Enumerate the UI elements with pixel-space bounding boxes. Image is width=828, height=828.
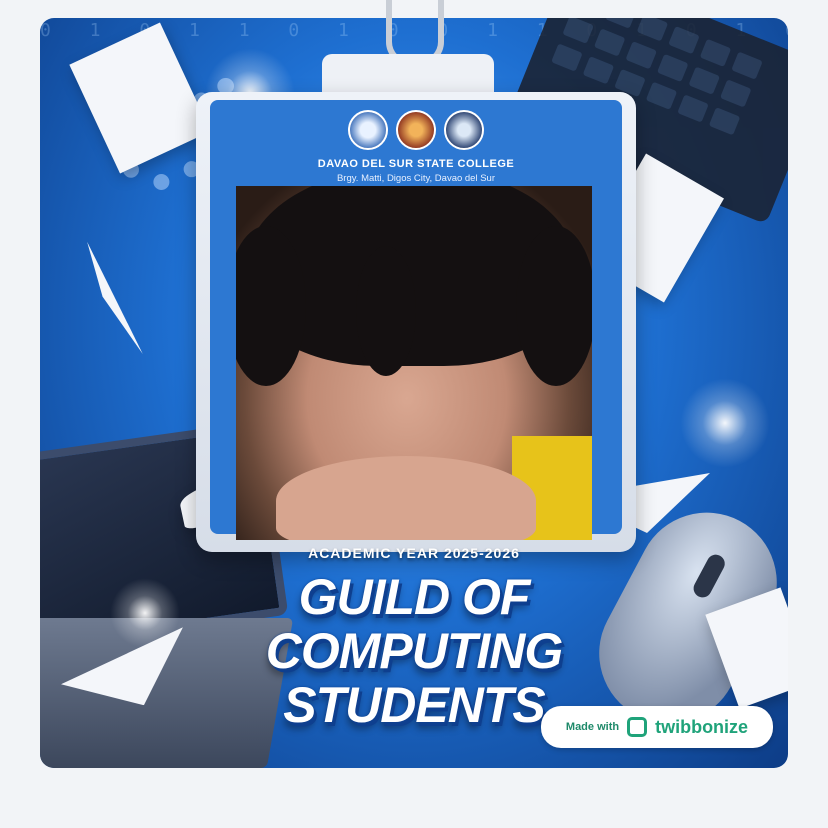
photo-hair-shape [516, 226, 592, 386]
academic-year-label: ACADEMIC YEAR 2025-2026 [308, 545, 520, 561]
made-with-label: Made with [565, 721, 620, 733]
department-seal-logo [444, 110, 484, 150]
user-photo [236, 186, 592, 540]
light-flare-icon [680, 378, 770, 468]
guild-title-line: COMPUTING [265, 623, 564, 679]
guild-title-line: GUILD OF [298, 569, 531, 625]
college-seal-logo [348, 110, 388, 150]
guild-seal-logo [396, 110, 436, 150]
college-address: Brgy. Matti, Digos City, Davao del Sur [336, 173, 496, 184]
twibbonize-brand-label: twibbonize [655, 716, 749, 737]
photo-hand-shape [276, 456, 536, 540]
photo-hair-shape [356, 246, 416, 376]
id-card-clip [322, 54, 494, 94]
twibbonize-logo-icon [627, 717, 648, 737]
made-with-twibbonize-badge[interactable]: Made with twibbonize [541, 706, 773, 748]
logo-row [210, 110, 622, 150]
college-name: DAVAO DEL SUR STATE COLLEGE [317, 158, 515, 170]
